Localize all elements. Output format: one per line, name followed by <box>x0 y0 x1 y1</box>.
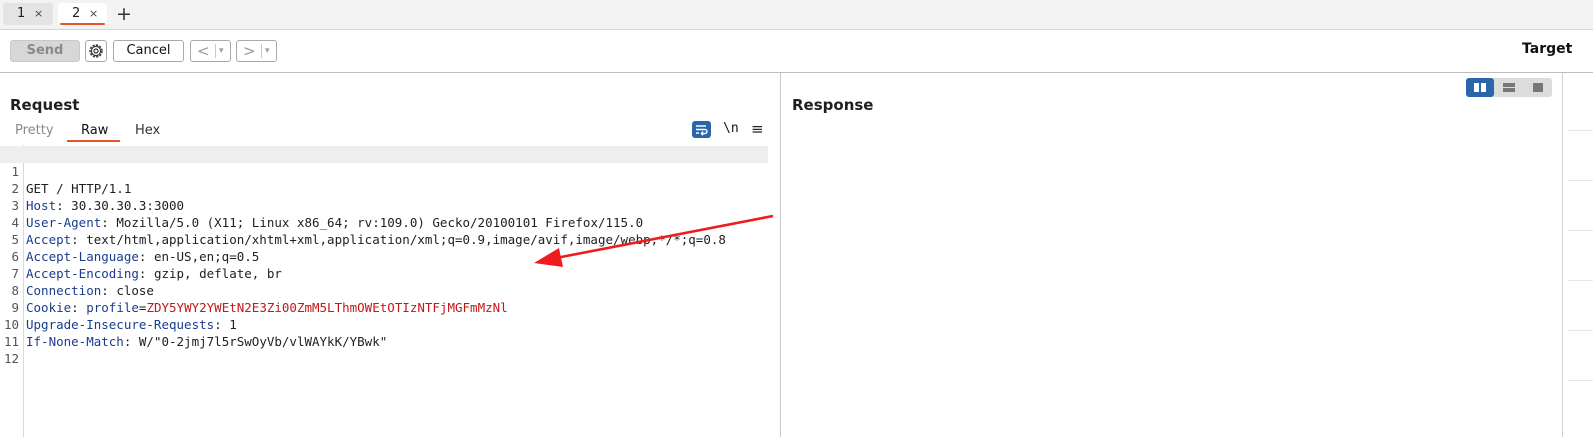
editor-line[interactable]: 9 Upgrade-Insecure-Requests: 1 <box>0 282 770 332</box>
menu-icon[interactable]: ≡ <box>751 120 764 138</box>
editor-line[interactable]: 11 <box>0 316 770 349</box>
back-arrow-icon: < <box>197 42 210 60</box>
back-dropdown-icon[interactable]: ▾ <box>219 41 224 61</box>
split-vertical-icon <box>1503 83 1515 92</box>
split-horizontal-button[interactable] <box>1466 78 1494 97</box>
editor-line[interactable]: 8 Cookie: profile=ZDY5YWY2YWEtN2E3Zi00Zm… <box>0 265 770 315</box>
tab-2-close-icon[interactable]: × <box>89 3 98 25</box>
wrap-lines-icon <box>696 125 708 136</box>
editor-line[interactable]: 7 Connection: close <box>0 248 770 298</box>
new-tab-button[interactable]: + <box>116 2 132 26</box>
tab-bar: 1 × 2 × + <box>0 0 1593 30</box>
response-title: Response <box>792 96 874 114</box>
tab-2-label: 2 <box>72 6 81 21</box>
editor-line[interactable]: 3 User-Agent: Mozilla/5.0 (X11; Linux x8… <box>0 180 770 230</box>
tab-1-close-icon[interactable]: × <box>34 3 43 25</box>
forward-divider <box>261 44 262 58</box>
tab-1[interactable]: 1 × <box>3 3 53 25</box>
request-title: Request <box>10 96 80 114</box>
layout-toggle <box>1466 78 1552 97</box>
editor-line[interactable]: 5 Accept-Language: en-US,en;q=0.5 <box>0 214 770 264</box>
wrap-lines-button[interactable] <box>692 121 711 138</box>
show-newlines-toggle[interactable]: \n <box>723 121 739 136</box>
forward-button[interactable]: > ▾ <box>236 40 277 62</box>
back-divider <box>215 44 216 58</box>
raw-tab-indicator <box>67 140 120 142</box>
settings-button[interactable] <box>85 40 107 62</box>
editor-line[interactable]: 2 Host: 30.30.30.3:3000 <box>0 163 770 213</box>
tab-2[interactable]: 2 × <box>58 3 107 25</box>
toolbar: Send Cancel < ▾ > ▾ Target <box>0 30 1593 73</box>
split-horizontal-icon <box>1474 83 1486 92</box>
split-vertical-button[interactable] <box>1495 78 1523 97</box>
target-label[interactable]: Target <box>1522 41 1572 57</box>
tab-pretty[interactable]: Pretty <box>15 123 54 138</box>
editor-line[interactable]: 6 Accept-Encoding: gzip, deflate, br <box>0 231 770 281</box>
panel-divider[interactable] <box>780 73 781 437</box>
forward-arrow-icon: > <box>243 42 256 60</box>
send-button[interactable]: Send <box>10 40 80 62</box>
single-panel-icon <box>1533 83 1543 92</box>
tab-raw[interactable]: Raw <box>81 123 108 138</box>
editor-line[interactable]: 4 Accept: text/html,application/xhtml+xm… <box>0 197 770 247</box>
tab-hex[interactable]: Hex <box>135 123 160 138</box>
back-button[interactable]: < ▾ <box>190 40 231 62</box>
single-panel-button[interactable] <box>1524 78 1552 97</box>
right-sidebar-edge <box>1562 73 1563 437</box>
editor-line[interactable]: 12 <box>0 333 770 366</box>
tab-1-label: 1 <box>17 6 26 21</box>
cancel-button[interactable]: Cancel <box>113 40 184 62</box>
editor-line[interactable]: 1 GET / HTTP/1.1 <box>0 146 768 196</box>
editor-line[interactable]: 10 If-None-Match: W/"0-2jmj7l5rSwOyVb/vl… <box>0 299 770 349</box>
gear-icon <box>89 44 103 58</box>
forward-dropdown-icon[interactable]: ▾ <box>265 41 270 61</box>
